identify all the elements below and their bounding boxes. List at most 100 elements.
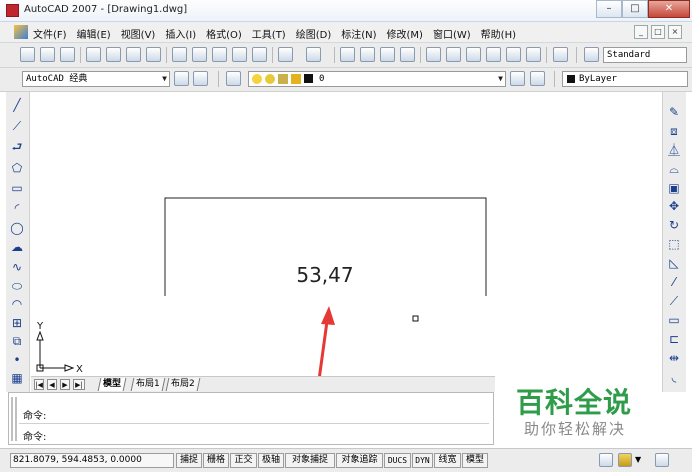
close-button[interactable]: ✕ (648, 0, 690, 18)
circle-icon[interactable]: ◯ (9, 221, 25, 235)
print-icon[interactable] (86, 47, 101, 62)
menu-help[interactable]: 帮助(H) (481, 26, 516, 41)
layer-previous-icon[interactable] (530, 71, 545, 86)
mirror-icon[interactable]: ⏅ (666, 143, 682, 157)
block-editor-icon[interactable] (252, 47, 267, 62)
revision-cloud-icon[interactable]: ☁ (9, 240, 25, 254)
zoom-realtime-icon[interactable] (360, 47, 375, 62)
match-properties-icon[interactable] (232, 47, 247, 62)
point-icon[interactable]: • (9, 353, 25, 367)
osnap-toggle[interactable]: 对象捕捉 (285, 453, 335, 468)
fillet-icon[interactable]: ◟ (666, 370, 682, 384)
design-center-icon[interactable] (446, 47, 461, 62)
save-icon[interactable] (60, 47, 75, 62)
menu-window[interactable]: 窗口(W) (433, 26, 471, 41)
tab-layout2[interactable]: 布局2 (165, 378, 201, 391)
ortho-toggle[interactable]: 正交 (230, 453, 257, 468)
trim-icon[interactable]: ⁄ (666, 275, 682, 289)
menu-modify[interactable]: 修改(M) (387, 26, 423, 41)
scale-icon[interactable]: ⬚ (666, 237, 682, 251)
new-file-icon[interactable] (20, 47, 35, 62)
rectangle-icon[interactable]: ▭ (9, 181, 25, 195)
snap-toggle[interactable]: 捕捉 (176, 453, 202, 468)
layer-select[interactable]: 0 ▼ (248, 71, 506, 87)
plot-preview-icon[interactable] (106, 47, 121, 62)
properties-icon[interactable] (426, 47, 441, 62)
publish-icon[interactable] (126, 47, 141, 62)
text-style-icon[interactable] (584, 47, 599, 62)
ellipse-icon[interactable]: ⬭ (9, 279, 25, 293)
workspace-select[interactable]: AutoCAD 经典 ▼ (22, 71, 170, 87)
zoom-window-icon[interactable] (380, 47, 395, 62)
last-tab-button[interactable]: ▶| (73, 379, 85, 390)
array-icon[interactable]: ▣ (666, 181, 682, 195)
tool-palettes-icon[interactable] (466, 47, 481, 62)
maximize-button[interactable]: □ (622, 0, 648, 18)
menu-format[interactable]: 格式(O) (206, 26, 242, 41)
minimize-button[interactable]: – (596, 0, 622, 18)
menu-view[interactable]: 视图(V) (121, 26, 156, 41)
markup-icon[interactable] (506, 47, 521, 62)
grid-toggle[interactable]: 栅格 (203, 453, 229, 468)
doc-close-button[interactable]: × (668, 25, 682, 39)
color-select[interactable]: ByLayer (562, 71, 688, 87)
coordinate-readout[interactable]: 821.8079, 594.4853, 0.0000 (10, 453, 174, 468)
first-tab-button[interactable]: |◀ (34, 379, 44, 390)
clean-screen-icon[interactable] (655, 453, 669, 467)
move-icon[interactable]: ✥ (666, 199, 682, 213)
layer-manager-icon[interactable] (226, 71, 241, 86)
tab-layout1[interactable]: 布局1 (130, 378, 166, 391)
line-icon[interactable]: ╱ (9, 98, 25, 112)
pan-icon[interactable] (340, 47, 355, 62)
drawing-canvas[interactable]: 53,47 Y X (31, 92, 662, 381)
prev-tab-button[interactable]: ◀ (47, 379, 57, 390)
lineweight-toggle[interactable]: 线宽 (434, 453, 461, 468)
doc-restore-button[interactable]: □ (651, 25, 665, 39)
polar-toggle[interactable]: 极轴 (258, 453, 284, 468)
workspace-settings-icon[interactable] (174, 71, 189, 86)
rotate-icon[interactable]: ↻ (666, 218, 682, 232)
copy-object-icon[interactable]: ⧈ (666, 124, 682, 138)
spline-icon[interactable]: ∿ (9, 260, 25, 274)
stretch-icon[interactable]: ◺ (666, 256, 682, 270)
undo-icon[interactable] (278, 47, 293, 62)
document-icon[interactable] (14, 25, 28, 39)
open-file-icon[interactable] (40, 47, 55, 62)
ducs-toggle[interactable]: DUCS (384, 453, 411, 468)
help-icon[interactable] (553, 47, 568, 62)
dyn-toggle[interactable]: DYN (412, 453, 433, 468)
polyline-icon[interactable]: ⮐ (9, 140, 25, 154)
autocad-app-icon[interactable] (6, 4, 19, 17)
make-layer-current-icon[interactable] (510, 71, 525, 86)
command-prompt[interactable]: 命令: (23, 428, 46, 443)
menu-edit[interactable]: 编辑(E) (77, 26, 111, 41)
model-toggle[interactable]: 模型 (462, 453, 488, 468)
menu-tools[interactable]: 工具(T) (252, 26, 286, 41)
make-block-icon[interactable]: ⧉ (9, 334, 25, 348)
hatch-icon[interactable]: ▦ (9, 371, 25, 385)
extend-icon[interactable]: ⟋ (666, 294, 682, 308)
arc-icon[interactable]: ◜ (9, 201, 25, 215)
text-style-select[interactable]: Standard (603, 47, 687, 63)
3d-dwf-icon[interactable] (146, 47, 161, 62)
redo-icon[interactable] (306, 47, 321, 62)
next-tab-button[interactable]: ▶ (60, 379, 70, 390)
zoom-previous-icon[interactable] (400, 47, 415, 62)
construction-line-icon[interactable]: ⟋ (9, 119, 25, 133)
status-menu-arrow-icon[interactable]: ▼ (635, 455, 641, 464)
offset-icon[interactable]: ⌓ (666, 162, 682, 176)
menu-file[interactable]: 文件(F) (33, 26, 67, 41)
doc-minimize-button[interactable]: _ (634, 25, 648, 39)
menu-draw[interactable]: 绘图(D) (296, 26, 332, 41)
command-window-grip[interactable] (11, 397, 17, 441)
cut-icon[interactable] (172, 47, 187, 62)
polygon-icon[interactable]: ⬠ (9, 161, 25, 175)
paste-icon[interactable] (212, 47, 227, 62)
calculator-icon[interactable] (526, 47, 541, 62)
insert-block-icon[interactable]: ⊞ (9, 316, 25, 330)
chamfer-icon[interactable]: ⇹ (666, 351, 682, 365)
tab-model[interactable]: 模型 (97, 378, 127, 391)
lock-toolbar-icon[interactable] (618, 453, 632, 467)
ellipse-arc-icon[interactable]: ◠ (9, 297, 25, 311)
communication-center-icon[interactable] (599, 453, 613, 467)
